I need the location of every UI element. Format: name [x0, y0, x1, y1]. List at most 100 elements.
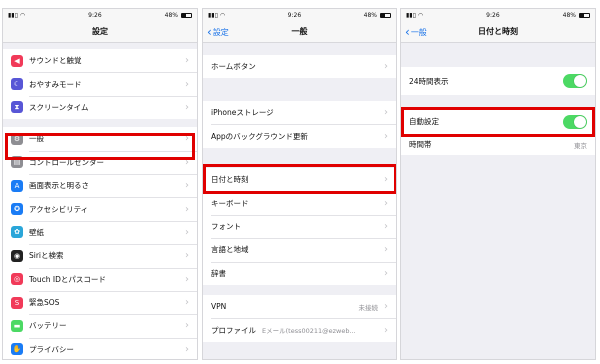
row-profile[interactable]: プロファイル Eメール(tess00211@ezweb... › — [203, 318, 396, 341]
back-label: 一般 — [410, 27, 427, 37]
row-background-refresh[interactable]: Appのバックグラウンド更新 › — [203, 124, 396, 147]
page-title: 設定 — [92, 27, 108, 36]
settings-item[interactable]: ◉ Siriと検索 › — [3, 244, 197, 267]
row-label: iPhoneストレージ — [211, 108, 274, 118]
group-vpn-profile: VPN 未接続 › プロファイル Eメール(tess00211@ezweb... › — [203, 295, 396, 342]
toggle-auto-set[interactable] — [563, 114, 587, 129]
row-label: キーボード — [211, 198, 249, 208]
chevron-right-icon: › — [185, 226, 189, 238]
settings-item-label: アクセシビリティ — [29, 204, 89, 214]
settings-item[interactable]: S 緊急SOS › — [3, 290, 197, 314]
chevron-right-icon: › — [384, 130, 388, 142]
page-title: 日付と時刻 — [478, 27, 518, 36]
settings-item-label: 壁紙 — [29, 227, 44, 237]
wallpaper-icon: ✿ — [11, 226, 23, 239]
chevron-right-icon: › — [185, 250, 189, 262]
row-auto-set: 自動設定 — [401, 109, 595, 134]
accessibility-icon: ✪ — [11, 203, 23, 216]
back-label: 設定 — [212, 27, 229, 37]
settings-item-label: Siriと検索 — [29, 251, 64, 261]
settings-screen: ▮▮▯ ◠ 9:26 48% 設定 ◀ サウンドと触覚 › ☾ おやすみモード › ⧗ スクリー… — [2, 8, 198, 360]
general-screen: ▮▮▯ ◠ 9:26 48% ‹ 設定 一般 ホームボタン › iPhoneストレージ… — [202, 8, 397, 360]
chevron-left-icon: ‹ — [405, 25, 410, 39]
row-date-time[interactable]: 日付と時刻 › — [203, 168, 396, 191]
settings-item[interactable]: ✪ アクセシビリティ › — [3, 197, 197, 220]
chevron-right-icon: › — [384, 301, 388, 313]
group-home: ホームボタン › — [203, 55, 396, 79]
chevron-right-icon: › — [185, 203, 189, 215]
battery-percent: 48% — [164, 11, 178, 19]
row-home-button[interactable]: ホームボタン › — [203, 55, 396, 78]
gear-icon: ⚙ — [11, 132, 23, 145]
page-title: 一般 — [291, 27, 308, 36]
row-keyboard[interactable]: キーボード › — [203, 191, 396, 214]
chevron-right-icon: › — [185, 101, 189, 113]
date-time-screen: ▮▮▯ ◠ 9:26 48% ‹ 一般 日付と時刻 24時間表示 自動設定 時間帯 東… — [400, 8, 596, 360]
chevron-right-icon: › — [384, 324, 388, 336]
chevron-right-icon: › — [384, 107, 388, 119]
row-value: 東京 — [574, 141, 587, 150]
battery-icon — [578, 12, 590, 18]
wifi-icon: ◠ — [19, 11, 26, 19]
switches-icon: ▤ — [11, 156, 23, 169]
settings-item[interactable]: ◀ サウンドと触覚 › — [3, 49, 197, 72]
hourglass-icon: ⧗ — [11, 101, 23, 114]
settings-item-label: おやすみモード — [29, 79, 82, 89]
chevron-right-icon: › — [384, 267, 388, 279]
group-auto: 自動設定 時間帯 東京 — [401, 109, 595, 155]
row-label: 日付と時刻 — [211, 175, 249, 185]
status-bar: ▮▮▯ ◠ 9:26 48% — [401, 9, 595, 21]
chevron-right-icon: › — [185, 78, 189, 90]
status-bar: ▮▮▯ ◠ 9:26 48% — [203, 9, 396, 21]
settings-item[interactable]: ▬ バッテリー › — [3, 314, 197, 337]
settings-item-label: 緊急SOS — [29, 298, 60, 308]
settings-item-label: サウンドと触覚 — [29, 56, 82, 66]
settings-item[interactable]: ▤ コントロールセンター › — [3, 150, 197, 174]
display-aa-icon: A — [11, 179, 23, 192]
chevron-right-icon: › — [384, 174, 388, 186]
row-iphone-storage[interactable]: iPhoneストレージ › — [203, 101, 396, 124]
row-language-region[interactable]: 言語と地域 › — [203, 238, 396, 261]
row-label: 自動設定 — [409, 117, 439, 126]
settings-item[interactable]: ⧗ スクリーンタイム › — [3, 95, 197, 119]
chevron-right-icon: › — [185, 273, 189, 285]
row-24-hour: 24時間表示 — [401, 67, 595, 95]
settings-item-label: コントロールセンター — [29, 157, 104, 167]
chevron-right-icon: › — [185, 343, 189, 355]
row-dictionary[interactable]: 辞書 › — [203, 261, 396, 285]
chevron-right-icon: › — [185, 320, 189, 332]
back-button[interactable]: ‹ 設定 — [207, 21, 229, 43]
settings-item[interactable]: ⚙ 一般 › — [3, 127, 197, 150]
row-fonts[interactable]: フォント › — [203, 214, 396, 238]
settings-item[interactable]: ◎ Touch IDとパスコード › — [3, 267, 197, 291]
row-label: 言語と地域 — [211, 245, 249, 255]
chevron-right-icon: › — [185, 180, 189, 192]
chevron-right-icon: › — [185, 133, 189, 145]
settings-item[interactable]: ☾ おやすみモード › — [3, 72, 197, 95]
battery-icon — [379, 12, 391, 18]
group-storage: iPhoneストレージ › Appのバックグラウンド更新 › — [203, 101, 396, 148]
row-time-zone[interactable]: 時間帯 東京 — [401, 134, 595, 155]
fingerprint-icon: ◎ — [11, 273, 23, 286]
settings-item-label: 一般 — [29, 134, 44, 144]
chevron-right-icon: › — [384, 220, 388, 232]
row-vpn[interactable]: VPN 未接続 › — [203, 295, 396, 318]
settings-item-label: スクリーンタイム — [29, 102, 89, 112]
moon-icon: ☾ — [11, 78, 23, 91]
chevron-right-icon: › — [185, 156, 189, 168]
settings-item[interactable]: ✋ プライバシー › — [3, 337, 197, 359]
chevron-right-icon: › — [185, 297, 189, 309]
status-time: 9:26 — [88, 11, 102, 19]
nav-bar: 設定 — [3, 21, 197, 43]
settings-item[interactable]: ✿ 壁紙 › — [3, 220, 197, 244]
signal-icon: ▮▮▯ — [208, 11, 218, 19]
signal-icon: ▮▮▯ — [8, 11, 18, 19]
back-button[interactable]: ‹ 一般 — [405, 21, 427, 43]
status-time: 9:26 — [486, 11, 500, 19]
row-label: VPN — [211, 302, 227, 312]
chevron-right-icon: › — [185, 55, 189, 67]
status-bar: ▮▮▯ ◠ 9:26 48% — [3, 9, 197, 21]
toggle-24-hour[interactable] — [563, 74, 587, 88]
settings-item[interactable]: A 画面表示と明るさ › — [3, 173, 197, 197]
chevron-left-icon: ‹ — [207, 25, 212, 39]
